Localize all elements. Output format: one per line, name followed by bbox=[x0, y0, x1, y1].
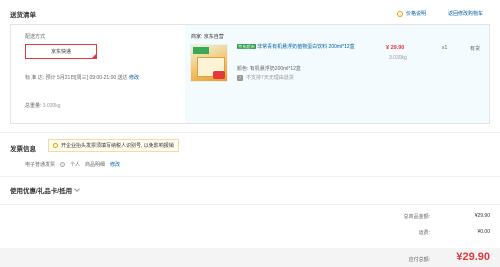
chevron-down-icon bbox=[74, 186, 80, 192]
seller-label: 商家: 京东自营 bbox=[191, 34, 224, 40]
payable-value: ¥29.90 bbox=[456, 251, 490, 263]
invoice-details: 电子普通发票 ? 个人 商品明细 修改 bbox=[25, 161, 120, 168]
product-panel bbox=[185, 25, 489, 123]
schedule-row: 标 准 达: 预计 5月21日[周三] 09:00-21:00 送达 修改 bbox=[25, 74, 139, 81]
product-qty: x1 bbox=[442, 45, 448, 51]
product-title[interactable]: 京东超市 非常青有机悬浮奶植物蛋白饮料 200ml*12盒 bbox=[237, 44, 357, 52]
shipping-method-button[interactable]: 京东快递 bbox=[25, 44, 97, 59]
jd-supermarket-badge: 京东超市 bbox=[237, 44, 256, 49]
back-to-cart-link[interactable]: 返回修改购物车 bbox=[448, 10, 483, 17]
product-image-tag bbox=[213, 71, 225, 79]
invoice-modify-link[interactable]: 修改 bbox=[110, 161, 120, 168]
divider-3 bbox=[0, 204, 500, 205]
product-weight: 3.030kg bbox=[389, 55, 407, 61]
shipping-method-label: 配送方式 bbox=[25, 34, 46, 40]
info-icon[interactable]: ? bbox=[60, 162, 66, 167]
freight-value: ¥0.00 bbox=[477, 229, 490, 235]
product-price: ¥ 29.90 bbox=[386, 45, 405, 51]
divider-2 bbox=[0, 176, 500, 177]
price-note-link[interactable]: ! 价格说明 bbox=[397, 10, 426, 17]
freight-label: 运费: bbox=[418, 230, 430, 236]
schedule-label: 标 准 达: bbox=[25, 75, 45, 81]
schedule-value: 预计 5月21日[周三] 09:00-21:00 送达 bbox=[45, 75, 128, 81]
product-stock: 有货 bbox=[470, 46, 481, 52]
info-icon: ! bbox=[397, 10, 403, 17]
divider-1 bbox=[0, 132, 500, 133]
subtotal-value: ¥29.90 bbox=[474, 213, 490, 219]
lightbulb-icon bbox=[53, 143, 58, 148]
weight-value: 3.030kg bbox=[42, 103, 61, 109]
invoice-holder: 个人 bbox=[70, 162, 81, 168]
invoice-tip: 开企业抬头发票须填写纳税人识别号, 以免影响报销 bbox=[48, 139, 179, 152]
product-image-sticker bbox=[193, 47, 209, 54]
weight-row: 总重量: 3.030kg bbox=[25, 102, 61, 109]
section-title-invoice: 发票信息 bbox=[10, 146, 36, 153]
weight-label: 总重量: bbox=[25, 103, 42, 109]
product-name: 非常青有机悬浮奶植物蛋白饮料 200ml*12盒 bbox=[257, 44, 355, 50]
coupons-toggle[interactable]: 使用优惠/礼品卡/抵用 bbox=[10, 185, 80, 195]
invoice-type: 电子普通发票 bbox=[25, 162, 56, 168]
schedule-modify-link[interactable]: 修改 bbox=[129, 75, 139, 81]
return-note: 7 不支持7天无理由退货 bbox=[237, 74, 294, 81]
selected-corner-icon bbox=[91, 53, 97, 59]
product-color: 颜色: 有机悬浮奶200ml*12盒 bbox=[237, 66, 301, 72]
section-title-delivery: 送货清单 bbox=[10, 12, 36, 19]
subtotal-label: 总商品金额: bbox=[403, 214, 430, 220]
payable-label: 应付总额: bbox=[408, 257, 430, 263]
product-image[interactable] bbox=[190, 44, 228, 82]
invoice-content: 商品明细 bbox=[85, 162, 106, 168]
no-return-icon: 7 bbox=[237, 74, 243, 81]
